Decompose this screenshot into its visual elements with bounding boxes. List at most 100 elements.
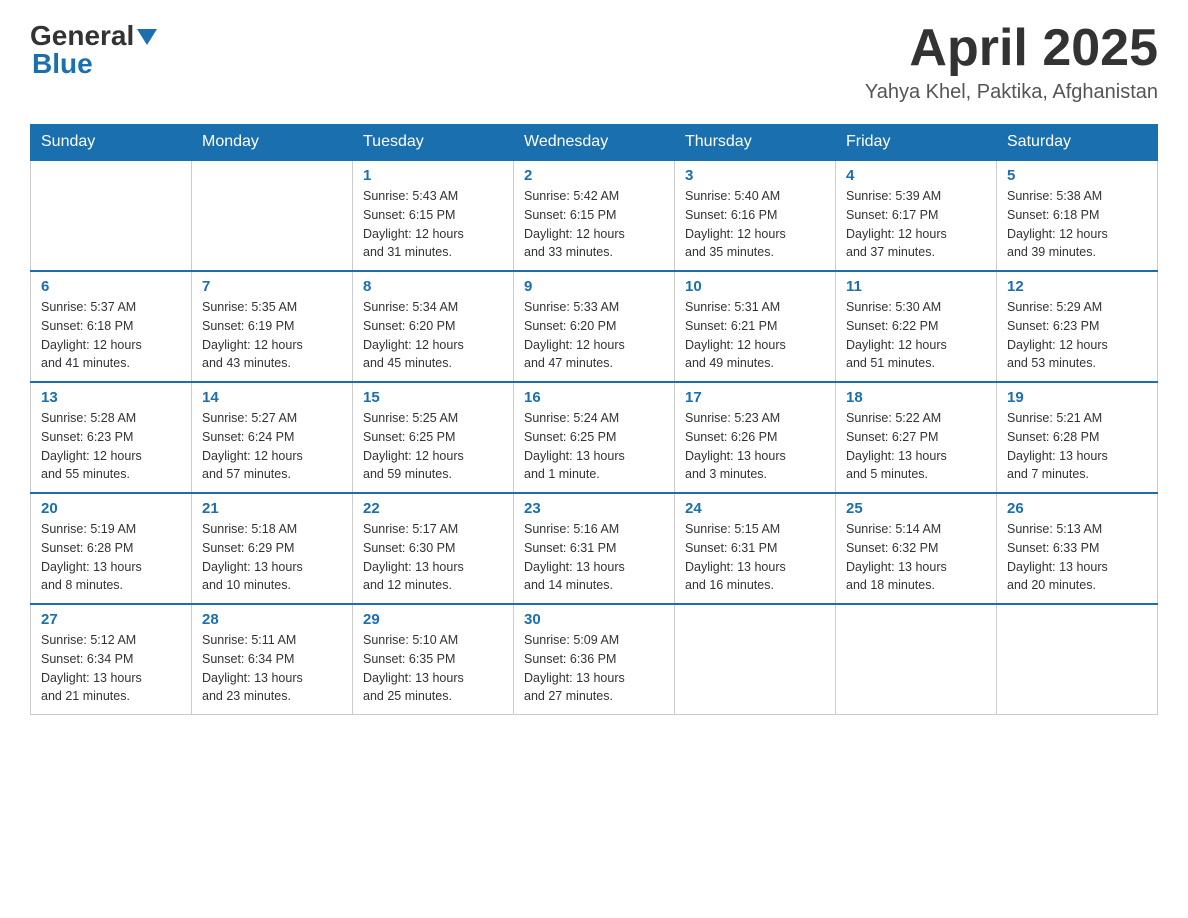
day-number: 11 xyxy=(846,278,986,295)
day-info: Sunrise: 5:23 AMSunset: 6:26 PMDaylight:… xyxy=(685,409,825,484)
day-cell-w4-d3: 30 Sunrise: 5:09 AMSunset: 6:36 PMDayligh… xyxy=(514,604,675,715)
day-number: 25 xyxy=(846,500,986,517)
day-cell-w2-d1: 14 Sunrise: 5:27 AMSunset: 6:24 PMDayligh… xyxy=(192,382,353,493)
day-info: Sunrise: 5:09 AMSunset: 6:36 PMDaylight:… xyxy=(524,631,664,706)
day-number: 4 xyxy=(846,167,986,184)
day-cell-w1-d6: 12 Sunrise: 5:29 AMSunset: 6:23 PMDayligh… xyxy=(997,271,1158,382)
day-number: 5 xyxy=(1007,167,1147,184)
day-number: 18 xyxy=(846,389,986,406)
header-friday: Friday xyxy=(836,125,997,161)
day-info: Sunrise: 5:17 AMSunset: 6:30 PMDaylight:… xyxy=(363,520,503,595)
day-info: Sunrise: 5:37 AMSunset: 6:18 PMDaylight:… xyxy=(41,298,181,373)
day-number: 19 xyxy=(1007,389,1147,406)
day-info: Sunrise: 5:16 AMSunset: 6:31 PMDaylight:… xyxy=(524,520,664,595)
logo-blue-text: Blue xyxy=(30,48,93,80)
day-cell-w3-d3: 23 Sunrise: 5:16 AMSunset: 6:31 PMDayligh… xyxy=(514,493,675,604)
day-cell-w3-d5: 25 Sunrise: 5:14 AMSunset: 6:32 PMDayligh… xyxy=(836,493,997,604)
calendar-title: April 2025 xyxy=(865,20,1158,77)
day-cell-w1-d3: 9 Sunrise: 5:33 AMSunset: 6:20 PMDaylight… xyxy=(514,271,675,382)
day-info: Sunrise: 5:43 AMSunset: 6:15 PMDaylight:… xyxy=(363,187,503,262)
day-number: 24 xyxy=(685,500,825,517)
day-number: 1 xyxy=(363,167,503,184)
day-cell-w2-d2: 15 Sunrise: 5:25 AMSunset: 6:25 PMDayligh… xyxy=(353,382,514,493)
day-info: Sunrise: 5:12 AMSunset: 6:34 PMDaylight:… xyxy=(41,631,181,706)
day-cell-w0-d6: 5 Sunrise: 5:38 AMSunset: 6:18 PMDaylight… xyxy=(997,160,1158,271)
day-info: Sunrise: 5:15 AMSunset: 6:31 PMDaylight:… xyxy=(685,520,825,595)
day-cell-w0-d5: 4 Sunrise: 5:39 AMSunset: 6:17 PMDaylight… xyxy=(836,160,997,271)
day-cell-w4-d6 xyxy=(997,604,1158,715)
day-number: 12 xyxy=(1007,278,1147,295)
day-info: Sunrise: 5:27 AMSunset: 6:24 PMDaylight:… xyxy=(202,409,342,484)
day-cell-w3-d6: 26 Sunrise: 5:13 AMSunset: 6:33 PMDayligh… xyxy=(997,493,1158,604)
day-cell-w4-d2: 29Sunrise: 5:10 AMSunset: 6:35 PMDayligh… xyxy=(353,604,514,715)
day-cell-w3-d1: 21 Sunrise: 5:18 AMSunset: 6:29 PMDayligh… xyxy=(192,493,353,604)
day-number: 30 xyxy=(524,611,664,628)
day-cell-w2-d6: 19 Sunrise: 5:21 AMSunset: 6:28 PMDayligh… xyxy=(997,382,1158,493)
day-cell-w0-d2: 1 Sunrise: 5:43 AMSunset: 6:15 PMDaylight… xyxy=(353,160,514,271)
day-cell-w0-d3: 2 Sunrise: 5:42 AMSunset: 6:15 PMDaylight… xyxy=(514,160,675,271)
day-number: 13 xyxy=(41,389,181,406)
day-number: 14 xyxy=(202,389,342,406)
day-info: Sunrise: 5:30 AMSunset: 6:22 PMDaylight:… xyxy=(846,298,986,373)
header-monday: Monday xyxy=(192,125,353,161)
day-info: Sunrise: 5:25 AMSunset: 6:25 PMDaylight:… xyxy=(363,409,503,484)
day-info: Sunrise: 5:18 AMSunset: 6:29 PMDaylight:… xyxy=(202,520,342,595)
day-number: 17 xyxy=(685,389,825,406)
title-section: April 2025 Yahya Khel, Paktika, Afghanis… xyxy=(865,20,1158,104)
day-info: Sunrise: 5:14 AMSunset: 6:32 PMDaylight:… xyxy=(846,520,986,595)
week-row-4: 27 Sunrise: 5:12 AMSunset: 6:34 PMDayligh… xyxy=(31,604,1158,715)
day-cell-w2-d0: 13Sunrise: 5:28 AMSunset: 6:23 PMDayligh… xyxy=(31,382,192,493)
day-cell-w1-d1: 7Sunrise: 5:35 AMSunset: 6:19 PMDaylight… xyxy=(192,271,353,382)
day-cell-w4-d1: 28 Sunrise: 5:11 AMSunset: 6:34 PMDayligh… xyxy=(192,604,353,715)
day-number: 16 xyxy=(524,389,664,406)
header-sunday: Sunday xyxy=(31,125,192,161)
day-info: Sunrise: 5:24 AMSunset: 6:25 PMDaylight:… xyxy=(524,409,664,484)
day-cell-w3-d4: 24 Sunrise: 5:15 AMSunset: 6:31 PMDayligh… xyxy=(675,493,836,604)
day-cell-w1-d5: 11 Sunrise: 5:30 AMSunset: 6:22 PMDayligh… xyxy=(836,271,997,382)
day-cell-w2-d5: 18Sunrise: 5:22 AMSunset: 6:27 PMDayligh… xyxy=(836,382,997,493)
day-cell-w0-d0 xyxy=(31,160,192,271)
day-info: Sunrise: 5:19 AMSunset: 6:28 PMDaylight:… xyxy=(41,520,181,595)
day-number: 15 xyxy=(363,389,503,406)
logo: General Blue xyxy=(30,20,157,80)
day-info: Sunrise: 5:33 AMSunset: 6:20 PMDaylight:… xyxy=(524,298,664,373)
header-wednesday: Wednesday xyxy=(514,125,675,161)
day-cell-w2-d3: 16 Sunrise: 5:24 AMSunset: 6:25 PMDayligh… xyxy=(514,382,675,493)
day-number: 8 xyxy=(363,278,503,295)
day-number: 28 xyxy=(202,611,342,628)
day-number: 9 xyxy=(524,278,664,295)
day-info: Sunrise: 5:38 AMSunset: 6:18 PMDaylight:… xyxy=(1007,187,1147,262)
weekday-header-row: Sunday Monday Tuesday Wednesday Thursday… xyxy=(31,125,1158,161)
day-info: Sunrise: 5:29 AMSunset: 6:23 PMDaylight:… xyxy=(1007,298,1147,373)
week-row-0: 1 Sunrise: 5:43 AMSunset: 6:15 PMDaylight… xyxy=(31,160,1158,271)
header-tuesday: Tuesday xyxy=(353,125,514,161)
day-number: 6 xyxy=(41,278,181,295)
page-header: General Blue April 2025 Yahya Khel, Pakt… xyxy=(30,20,1158,104)
header-saturday: Saturday xyxy=(997,125,1158,161)
day-cell-w4-d0: 27 Sunrise: 5:12 AMSunset: 6:34 PMDayligh… xyxy=(31,604,192,715)
day-number: 2 xyxy=(524,167,664,184)
day-number: 3 xyxy=(685,167,825,184)
day-number: 23 xyxy=(524,500,664,517)
day-info: Sunrise: 5:42 AMSunset: 6:15 PMDaylight:… xyxy=(524,187,664,262)
logo-arrow-icon xyxy=(137,29,157,45)
day-info: Sunrise: 5:21 AMSunset: 6:28 PMDaylight:… xyxy=(1007,409,1147,484)
day-cell-w3-d2: 22Sunrise: 5:17 AMSunset: 6:30 PMDayligh… xyxy=(353,493,514,604)
day-number: 27 xyxy=(41,611,181,628)
day-info: Sunrise: 5:39 AMSunset: 6:17 PMDaylight:… xyxy=(846,187,986,262)
day-cell-w1-d4: 10Sunrise: 5:31 AMSunset: 6:21 PMDayligh… xyxy=(675,271,836,382)
calendar-table: Sunday Monday Tuesday Wednesday Thursday… xyxy=(30,124,1158,715)
day-info: Sunrise: 5:13 AMSunset: 6:33 PMDaylight:… xyxy=(1007,520,1147,595)
day-info: Sunrise: 5:40 AMSunset: 6:16 PMDaylight:… xyxy=(685,187,825,262)
day-number: 20 xyxy=(41,500,181,517)
day-cell-w1-d0: 6 Sunrise: 5:37 AMSunset: 6:18 PMDaylight… xyxy=(31,271,192,382)
day-number: 21 xyxy=(202,500,342,517)
day-info: Sunrise: 5:35 AMSunset: 6:19 PMDaylight:… xyxy=(202,298,342,373)
day-info: Sunrise: 5:31 AMSunset: 6:21 PMDaylight:… xyxy=(685,298,825,373)
day-info: Sunrise: 5:11 AMSunset: 6:34 PMDaylight:… xyxy=(202,631,342,706)
week-row-1: 6 Sunrise: 5:37 AMSunset: 6:18 PMDaylight… xyxy=(31,271,1158,382)
day-number: 26 xyxy=(1007,500,1147,517)
day-cell-w2-d4: 17 Sunrise: 5:23 AMSunset: 6:26 PMDayligh… xyxy=(675,382,836,493)
day-cell-w0-d1 xyxy=(192,160,353,271)
day-cell-w4-d4 xyxy=(675,604,836,715)
